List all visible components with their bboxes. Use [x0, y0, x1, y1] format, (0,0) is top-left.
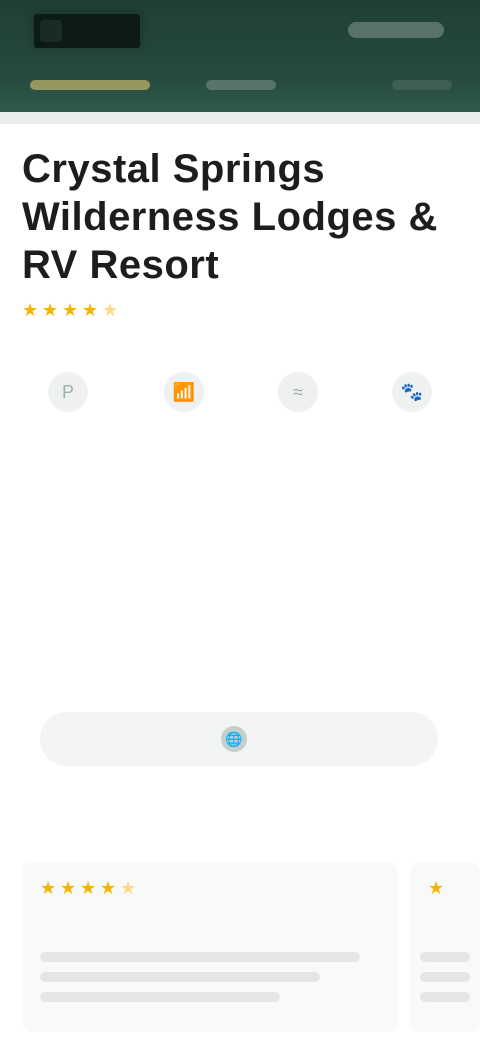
nav-tab-2[interactable]: [206, 80, 276, 90]
globe-icon: 🌐: [221, 726, 247, 752]
star-icon: ★: [100, 878, 117, 898]
review-stars: ★ ★ ★ ★ ★: [40, 878, 137, 898]
star-icon: ★: [62, 300, 79, 320]
review-text-line: [40, 952, 360, 962]
star-icon: ★: [82, 300, 99, 320]
star-icon: ★: [60, 878, 77, 898]
header-link[interactable]: [348, 22, 444, 38]
review-stars: ★: [428, 878, 445, 898]
top-header: [0, 0, 480, 112]
amenity-pool[interactable]: ≈: [258, 372, 338, 462]
nav-tab-1[interactable]: [30, 80, 150, 90]
star-icon: ★: [102, 300, 119, 320]
page-title: Crystal Springs Wilderness Lodges & RV R…: [22, 147, 438, 287]
rating-stars: ★ ★ ★ ★ ★: [22, 300, 119, 320]
header-divider: [0, 112, 480, 124]
review-text-line: [420, 972, 470, 982]
visit-website-button[interactable]: 🌐: [40, 712, 438, 766]
pool-icon: ≈: [278, 372, 318, 412]
star-icon: ★: [42, 300, 59, 320]
review-text-line: [40, 992, 280, 1002]
amenity-pets[interactable]: 🐾: [372, 372, 452, 462]
review-text-line: [420, 992, 470, 1002]
amenity-wifi[interactable]: 📶: [144, 372, 224, 462]
star-icon: ★: [120, 878, 137, 898]
review-text-line: [40, 972, 320, 982]
star-icon: ★: [80, 878, 97, 898]
site-logo[interactable]: [34, 14, 140, 48]
pet-icon: 🐾: [392, 372, 432, 412]
review-card[interactable]: ★: [410, 862, 480, 1032]
nav-tab-3[interactable]: [392, 80, 452, 90]
review-text-line: [420, 952, 470, 962]
amenity-parking[interactable]: P: [28, 372, 108, 462]
wifi-icon: 📶: [164, 372, 204, 412]
review-card[interactable]: ★ ★ ★ ★ ★: [22, 862, 398, 1032]
star-icon: ★: [40, 878, 57, 898]
star-icon: ★: [428, 878, 445, 898]
logo-mark-icon: [40, 20, 62, 42]
star-icon: ★: [22, 300, 39, 320]
parking-icon: P: [48, 372, 88, 412]
